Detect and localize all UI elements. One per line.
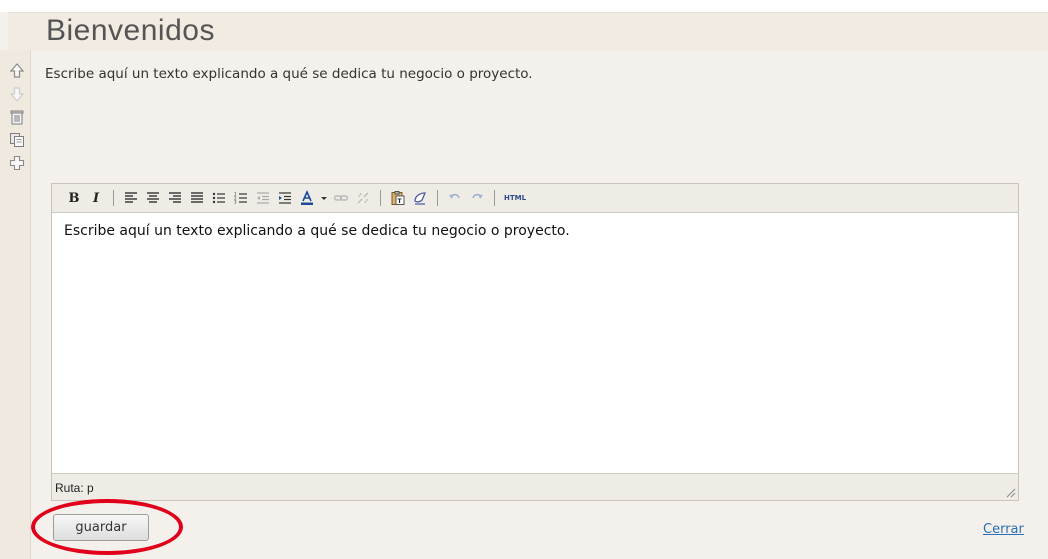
indent-icon[interactable] [275, 188, 295, 208]
eraser-icon[interactable] [410, 188, 430, 208]
redo-icon[interactable] [467, 188, 487, 208]
svg-text:3: 3 [234, 200, 237, 205]
chevron-down-icon[interactable] [319, 188, 329, 208]
html-source-button[interactable]: HTML [502, 188, 528, 208]
move-up-icon[interactable] [8, 62, 28, 82]
block-tools [0, 62, 30, 177]
toolbar-separator [380, 190, 381, 206]
trash-icon[interactable] [8, 108, 28, 128]
top-margin [0, 0, 1048, 12]
editor-statusbar: Ruta: p [52, 473, 1018, 500]
resize-grip-icon[interactable] [1004, 486, 1016, 498]
toolbar-separator [437, 190, 438, 206]
bold-button[interactable]: B [64, 188, 84, 208]
close-link[interactable]: Cerrar [983, 522, 1024, 537]
toolbar-separator [113, 190, 114, 206]
rich-text-editor: B I 123 T HTML Escribe aquí un texto exp… [51, 183, 1019, 501]
numbered-list-icon[interactable]: 123 [231, 188, 251, 208]
italic-button[interactable]: I [86, 188, 106, 208]
bullet-list-icon[interactable] [209, 188, 229, 208]
outdent-icon[interactable] [253, 188, 273, 208]
align-center-icon[interactable] [143, 188, 163, 208]
page-title: Bienvenidos [46, 14, 215, 47]
element-path-label: Ruta: p [55, 481, 94, 495]
move-down-icon[interactable] [8, 85, 28, 105]
align-left-icon[interactable] [121, 188, 141, 208]
add-icon[interactable] [8, 154, 28, 174]
copy-icon[interactable] [8, 131, 28, 151]
save-button[interactable]: guardar [53, 514, 149, 541]
editor-content-area[interactable]: Escribe aquí un texto explicando a qué s… [52, 213, 1018, 471]
toolbar-separator [494, 190, 495, 206]
link-icon[interactable] [331, 188, 351, 208]
unlink-icon[interactable] [353, 188, 373, 208]
align-right-icon[interactable] [165, 188, 185, 208]
font-color-icon[interactable] [297, 188, 317, 208]
paste-text-icon[interactable]: T [388, 188, 408, 208]
align-justify-icon[interactable] [187, 188, 207, 208]
editor-toolbar: B I 123 T HTML [52, 184, 1018, 213]
undo-icon[interactable] [445, 188, 465, 208]
block-preview-text: Escribe aquí un texto explicando a qué s… [45, 66, 533, 82]
